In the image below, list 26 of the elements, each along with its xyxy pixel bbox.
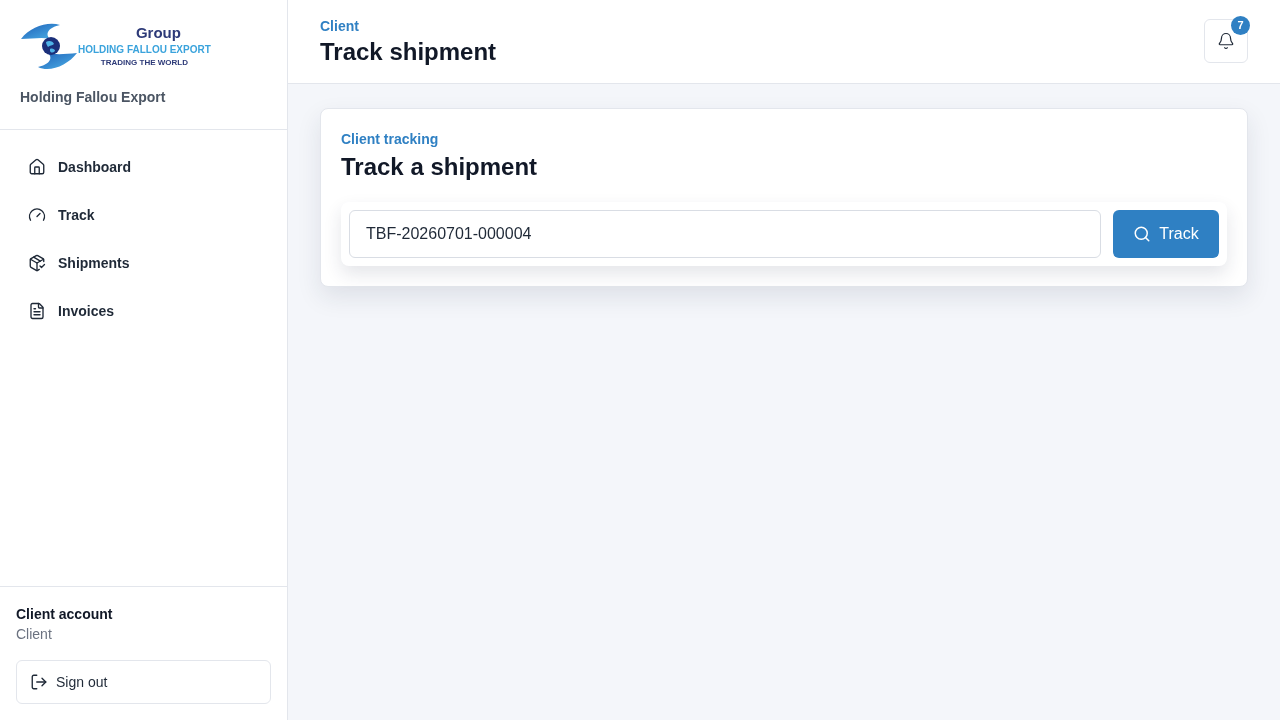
- sign-out-icon: [30, 673, 48, 691]
- nav-item[interactable]: Invoices: [16, 289, 271, 333]
- logo-word: Group: [134, 24, 181, 41]
- bell-icon: [1217, 31, 1235, 50]
- account-name: Client account: [16, 605, 114, 623]
- tracking-number-field[interactable]: TBF-20260701-000004: [349, 210, 1101, 258]
- card-title: Track a shipment: [341, 152, 539, 182]
- logo-name: HOLDING FALLOU EXPORT: [78, 43, 211, 56]
- package-check-icon: [28, 254, 46, 272]
- gauge-icon: [28, 206, 46, 224]
- track-button[interactable]: Track: [1113, 210, 1219, 258]
- card-eyebrow: Client tracking: [341, 130, 440, 148]
- account-role: Client: [16, 625, 53, 643]
- page-title: Track shipment: [320, 36, 497, 67]
- document-icon: [28, 302, 46, 320]
- company-name: Holding Fallou Export: [20, 89, 167, 105]
- sign-out-button[interactable]: Sign out: [16, 660, 271, 704]
- search-icon: [1133, 225, 1152, 243]
- house-icon: [28, 158, 46, 176]
- notifications-button[interactable]: 7: [1204, 18, 1248, 63]
- logo-tagline: TRADING THE WORLD: [100, 58, 188, 68]
- nav-item[interactable]: Track: [16, 193, 271, 237]
- nav-item[interactable]: Shipments: [16, 241, 271, 285]
- header-eyebrow: Client: [320, 16, 360, 35]
- nav-item[interactable]: Dashboard: [16, 145, 271, 189]
- notification-count: 7: [1231, 15, 1250, 35]
